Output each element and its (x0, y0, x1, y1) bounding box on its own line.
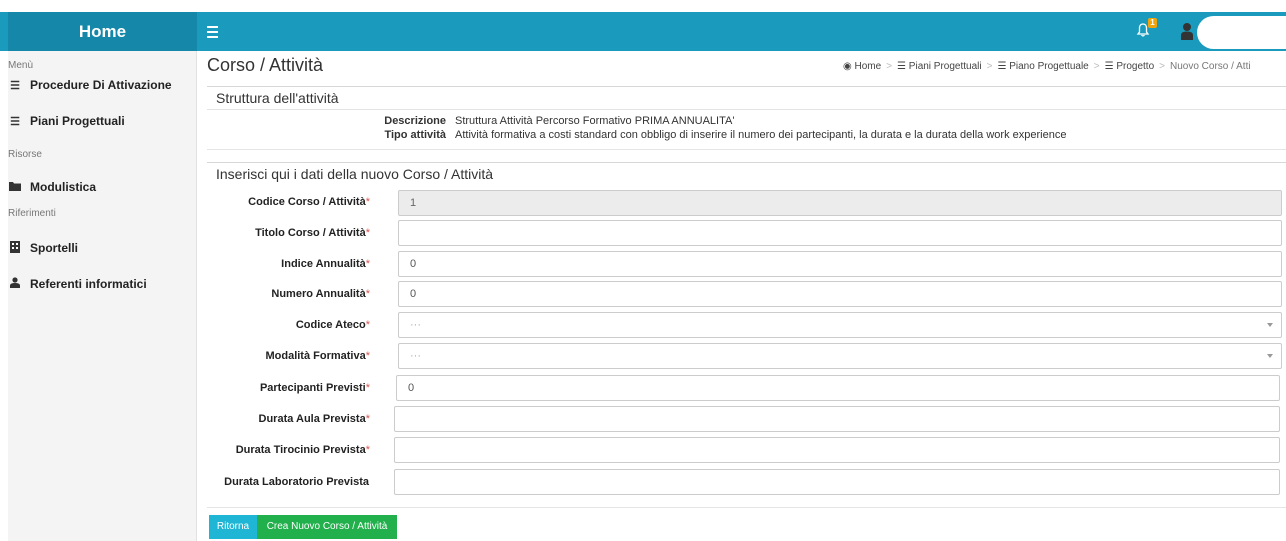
sidebar-item-label: Modulistica (30, 180, 97, 194)
sidebar-item-label: Sportelli (30, 241, 79, 255)
codice-ateco-select[interactable]: ··· (398, 312, 1282, 338)
hamburger-menu-icon[interactable] (207, 23, 219, 39)
breadcrumb-separator: > (886, 61, 893, 72)
sidebar-item-referenti-informatici[interactable]: Referenti informatici (8, 275, 197, 293)
sidebar-item-label: Piani Progettuali (30, 114, 125, 128)
breadcrumb-separator: > (986, 61, 993, 72)
field-label-numero-annualita: Numero Annualità* (271, 288, 370, 300)
durata-laboratorio-input[interactable] (394, 469, 1280, 495)
list-icon: ☰ (1104, 61, 1114, 72)
sidebar-section-risorse: Risorse (8, 149, 42, 160)
breadcrumb-home[interactable]: ◉ Home (843, 61, 881, 72)
chevron-down-icon (1267, 354, 1273, 358)
folder-icon (8, 181, 22, 194)
list-icon: ☰ (897, 61, 907, 72)
field-label-durata-tirocinio: Durata Tirocinio Prevista* (235, 444, 370, 456)
description-value: Struttura Attività Percorso Formativo PR… (455, 115, 735, 127)
sidebar-item-sportelli[interactable]: Sportelli (8, 239, 197, 257)
user-name-redacted[interactable] (1197, 16, 1286, 49)
durata-aula-input[interactable] (394, 406, 1280, 432)
building-icon (8, 240, 22, 256)
field-label-indice-annualita: Indice Annualità* (281, 258, 370, 270)
sidebar-section-riferimenti: Riferimenti (8, 208, 56, 219)
durata-tirocinio-input[interactable] (394, 437, 1280, 463)
breadcrumb-progetto[interactable]: ☰ Progetto (1105, 61, 1155, 72)
sidebar-item-modulistica[interactable]: Modulistica (8, 178, 197, 196)
field-label-partecipanti-previsti: Partecipanti Previsti* (259, 382, 370, 394)
breadcrumb-piani-progettuali[interactable]: ☰ Piani Progettuali (897, 61, 982, 72)
field-label-titolo-corso: Titolo Corso / Attività* (255, 227, 370, 239)
chevron-down-icon (1267, 323, 1273, 327)
notification-badge: 1 (1148, 18, 1157, 28)
description-label: Descrizione (384, 115, 446, 127)
create-course-button[interactable]: Crea Nuovo Corso / Attività (257, 515, 397, 539)
select-placeholder: ··· (410, 350, 421, 362)
sidebar-item-piani-progettuali[interactable]: ☰ Piani Progettuali (8, 112, 197, 130)
breadcrumb-piano-progettuale[interactable]: ☰ Piano Progettuale (997, 61, 1088, 72)
breadcrumb-separator: > (1093, 61, 1100, 72)
field-label-modalita-formativa: Modalità Formativa* (265, 350, 370, 362)
select-placeholder: ··· (410, 319, 421, 331)
partecipanti-previsti-input[interactable]: 0 (396, 375, 1280, 401)
list-icon: ☰ (10, 79, 20, 92)
brand-home-link[interactable]: Home (8, 12, 197, 51)
structure-panel: Struttura dell'attività Descrizione Stru… (207, 86, 1286, 150)
page-title: Corso / Attività (207, 55, 324, 75)
sidebar-item-label: Referenti informatici (30, 277, 147, 291)
field-label-durata-aula: Durata Aula Prevista* (258, 413, 370, 425)
top-navbar: Home 1 (0, 12, 1286, 51)
form-panel-title: Inserisci qui i dati della nuovo Corso /… (216, 166, 494, 182)
breadcrumb: ◉ Home > ☰ Piani Progettuali > ☰ Piano Proge… (843, 61, 1283, 72)
structure-panel-title: Struttura dell'attività (216, 90, 339, 106)
codice-corso-input: 1 (398, 190, 1282, 216)
list-icon: ☰ (10, 115, 20, 128)
field-label-codice-ateco: Codice Ateco* (295, 319, 370, 331)
divider (207, 109, 1286, 110)
dashboard-icon: ◉ (843, 61, 852, 72)
activity-type-label: Tipo attività (384, 129, 446, 141)
field-label-durata-laboratorio: Durata Laboratorio Prevista (224, 476, 369, 488)
numero-annualita-input[interactable]: 0 (398, 281, 1282, 307)
indice-annualita-input[interactable]: 0 (398, 251, 1282, 277)
user-icon (8, 277, 22, 291)
breadcrumb-separator: > (1159, 61, 1165, 72)
breadcrumb-current: Nuovo Corso / Atti (1169, 61, 1251, 72)
sidebar-section-menu: Menù (8, 60, 34, 71)
sidebar: Menù ☰ Procedure Di Attivazione ☰ Piani … (8, 51, 197, 541)
field-label-codice-corso: Codice Corso / Attività* (248, 196, 370, 208)
sidebar-item-procedure-di-attivazione[interactable]: ☰ Procedure Di Attivazione (8, 76, 197, 94)
list-icon: ☰ (997, 61, 1007, 72)
user-icon[interactable] (1180, 22, 1194, 41)
sidebar-item-label: Procedure Di Attivazione (30, 78, 172, 92)
back-button[interactable]: Ritorna (209, 515, 257, 539)
activity-type-value: Attività formativa a costi standard con … (455, 129, 1067, 141)
titolo-corso-input[interactable] (398, 220, 1282, 246)
modalita-formativa-select[interactable]: ··· (398, 343, 1282, 369)
